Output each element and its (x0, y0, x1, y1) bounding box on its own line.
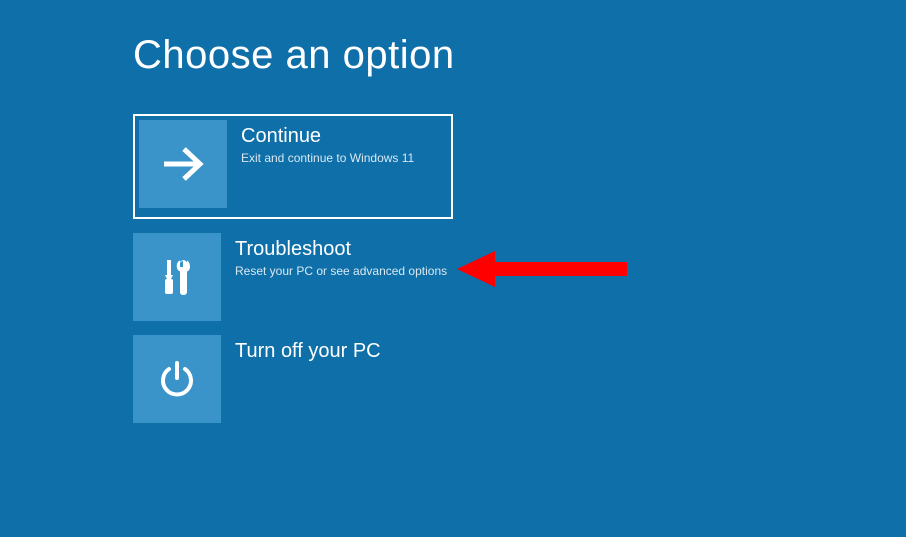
troubleshoot-description: Reset your PC or see advanced options (235, 264, 447, 280)
turnoff-tile[interactable]: Turn off your PC (133, 335, 906, 423)
continue-tile[interactable]: Continue Exit and continue to Windows 11 (133, 114, 453, 219)
continue-description: Exit and continue to Windows 11 (241, 151, 414, 167)
tools-icon (133, 233, 221, 321)
continue-title: Continue (241, 124, 414, 148)
troubleshoot-title: Troubleshoot (235, 237, 447, 261)
power-icon (133, 335, 221, 423)
turnoff-title: Turn off your PC (235, 339, 381, 363)
page-title: Choose an option (133, 33, 906, 78)
troubleshoot-tile[interactable]: Troubleshoot Reset your PC or see advanc… (133, 233, 906, 321)
continue-arrow-icon (139, 120, 227, 208)
options-list: Continue Exit and continue to Windows 11 (133, 114, 906, 423)
